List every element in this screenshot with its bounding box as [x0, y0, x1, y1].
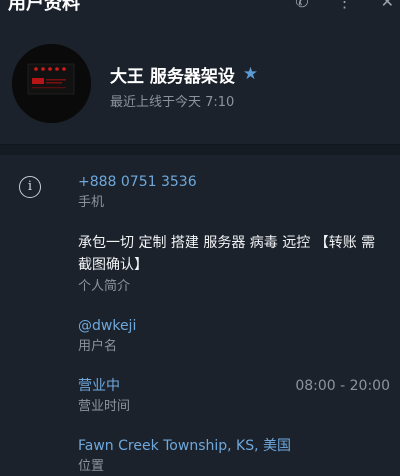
bio-value: 承包一切 定制 搭建 服务器 病毒 远控 【转账 需 截图确认】: [78, 235, 376, 273]
bio-label: 个人简介: [78, 279, 131, 294]
username-value[interactable]: @dwkeji: [78, 316, 390, 336]
close-icon[interactable]: ✕: [381, 0, 394, 11]
info-section: i +888 0751 3536 手机 承包一切 定制 搭建 服务器 病毒 远控…: [0, 154, 400, 474]
name-row: 大王 服务器架设 ★: [110, 62, 259, 88]
call-icon[interactable]: ✆: [295, 0, 308, 11]
phone-value[interactable]: +888 0751 3536: [78, 172, 390, 192]
last-seen-status: 最近上线于今天 7:10: [110, 95, 235, 110]
username-field[interactable]: @dwkeji 用户名: [78, 316, 390, 356]
username-label: 用户名: [78, 339, 118, 354]
bio-field[interactable]: 承包一切 定制 搭建 服务器 病毒 远控 【转账 需 截图确认】 个人简介: [78, 232, 390, 296]
business-hours-label: 营业时间: [78, 399, 131, 414]
more-icon[interactable]: ⋮: [337, 0, 353, 11]
location-value[interactable]: Fawn Creek Township, KS, 美国: [78, 436, 390, 456]
star-icon: ★: [242, 64, 259, 84]
phone-field[interactable]: +888 0751 3536 手机: [78, 172, 390, 212]
top-bar: 用户资料 ✆ ⋮ ✕: [0, 0, 400, 16]
profile-name: 大王 服务器架设: [110, 67, 235, 87]
location-label: 位置: [78, 459, 105, 474]
profile-header: 大王 服务器架设 ★ 最近上线于今天 7:10: [0, 16, 400, 144]
info-icon: i: [19, 176, 41, 198]
business-hours-time: 08:00 - 20:00: [295, 378, 390, 394]
avatar-image: [12, 44, 91, 123]
phone-label: 手机: [78, 195, 105, 210]
top-bar-actions: ✆ ⋮ ✕: [295, 0, 394, 11]
avatar[interactable]: [12, 44, 91, 123]
business-hours-field[interactable]: 营业中 08:00 - 20:00 营业时间: [78, 376, 390, 416]
page-title: 用户资料: [8, 0, 80, 14]
location-field[interactable]: Fawn Creek Township, KS, 美国 位置: [78, 436, 390, 476]
